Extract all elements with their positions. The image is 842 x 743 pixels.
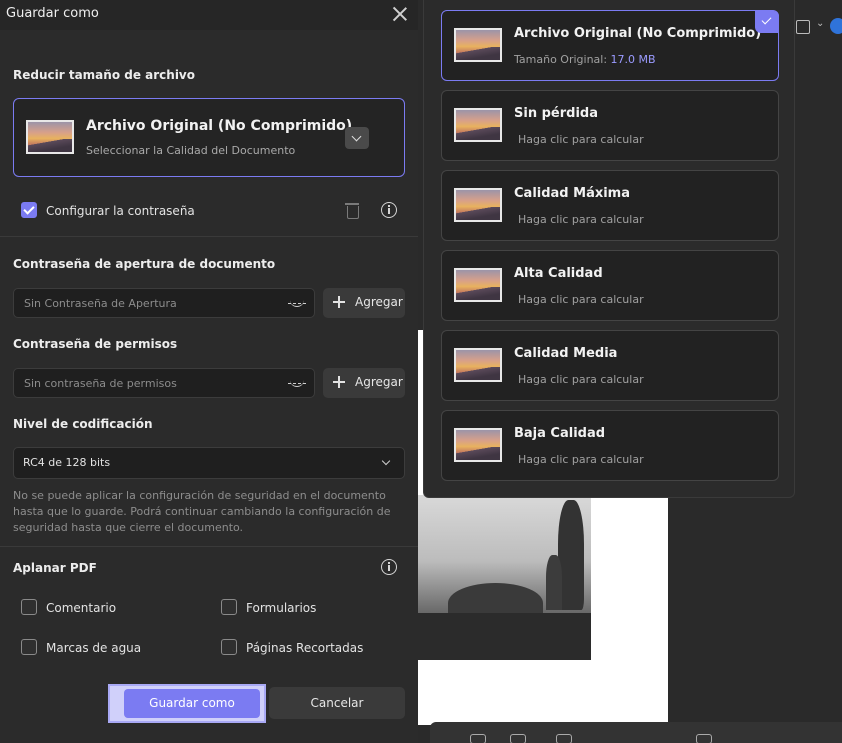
flatten-comment-checkbox[interactable]: [21, 599, 37, 615]
quality-selector[interactable]: Archivo Original (No Comprimido) Selecci…: [13, 98, 405, 177]
quality-thumbnail: [454, 428, 502, 462]
password-checkbox[interactable]: [21, 202, 37, 218]
open-password-input[interactable]: [24, 295, 284, 311]
divider: [0, 546, 418, 547]
quality-thumbnail: [454, 348, 502, 382]
quality-option-maximum[interactable]: Calidad Máxima Haga clic para calcular: [441, 170, 779, 241]
info-icon[interactable]: [381, 559, 397, 575]
quality-option-title: Baja Calidad: [514, 426, 606, 441]
info-icon[interactable]: [381, 202, 397, 218]
quality-option-subtitle: Haga clic para calcular: [518, 133, 644, 146]
original-size-label: Tamaño Original:: [514, 53, 611, 66]
quality-option-subtitle: Haga clic para calcular: [518, 293, 644, 306]
encryption-value: RC4 de 128 bits: [23, 456, 111, 469]
encryption-label: Nivel de codificación: [13, 417, 153, 431]
quality-thumbnail: [26, 120, 74, 154]
app-toolbar-corner: ⌄: [794, 0, 842, 60]
quality-option-title: Archivo Original (No Comprimido): [514, 26, 762, 41]
add-button-label: Agregar: [355, 375, 403, 389]
flatten-forms-label: Formularios: [246, 601, 317, 615]
reduce-size-label: Reducir tamaño de archivo: [13, 68, 195, 82]
quality-option-medium[interactable]: Calidad Media Haga clic para calcular: [441, 330, 779, 401]
document-photo: [418, 495, 591, 660]
quality-dropdown: Archivo Original (No Comprimido) Tamaño …: [423, 0, 795, 498]
flatten-cropped-label: Páginas Recortadas: [246, 641, 364, 655]
flatten-comment-label: Comentario: [46, 601, 117, 615]
open-password-field: [13, 288, 315, 318]
quality-option-subtitle: Haga clic para calcular: [518, 453, 644, 466]
encryption-select[interactable]: RC4 de 128 bits: [13, 447, 405, 479]
dialog-title: Guardar como: [6, 6, 99, 21]
chevron-down-icon[interactable]: ⌄: [816, 18, 824, 29]
quality-option-subtitle: Haga clic para calcular: [518, 213, 644, 226]
quality-option-original[interactable]: Archivo Original (No Comprimido) Tamaño …: [441, 10, 779, 81]
save-as-dialog: Guardar como Reducir tamaño de archivo A…: [0, 0, 418, 743]
quality-thumbnail: [454, 268, 502, 302]
quality-thumbnail: [454, 108, 502, 142]
zoom-input[interactable]: [696, 734, 712, 743]
quality-selected-title: Archivo Original (No Comprimido): [86, 118, 353, 134]
chevron-down-icon[interactable]: [345, 127, 369, 149]
save-as-button[interactable]: Guardar como: [124, 689, 260, 718]
plus-icon: [333, 376, 345, 388]
save-icon[interactable]: [796, 20, 810, 34]
cancel-button[interactable]: Cancelar: [269, 687, 405, 719]
quality-option-subtitle: Tamaño Original: 17.0 MB: [514, 53, 656, 66]
add-permission-password-button[interactable]: Agregar: [323, 368, 405, 398]
close-icon[interactable]: [390, 4, 410, 24]
page-toolbar: [430, 722, 842, 743]
dialog-header: Guardar como: [0, 0, 418, 30]
divider: [0, 236, 418, 237]
add-button-label: Agregar: [355, 295, 403, 309]
flatten-cropped-checkbox[interactable]: [221, 639, 237, 655]
layout-icon[interactable]: [470, 734, 486, 743]
page-view-icon[interactable]: [510, 734, 526, 743]
quality-thumbnail: [454, 188, 502, 222]
eye-icon[interactable]: [288, 379, 306, 387]
quality-thumbnail: [454, 28, 502, 62]
flatten-watermarks-checkbox[interactable]: [21, 639, 37, 655]
security-note: No se puede aplicar la configuración de …: [13, 489, 391, 534]
add-open-password-button[interactable]: Agregar: [323, 288, 405, 318]
permission-password-field: [13, 368, 315, 398]
quality-option-title: Sin pérdida: [514, 106, 598, 121]
account-icon[interactable]: [830, 18, 842, 34]
quality-option-low[interactable]: Baja Calidad Haga clic para calcular: [441, 410, 779, 481]
quality-option-title: Calidad Media: [514, 346, 618, 361]
quality-option-subtitle: Haga clic para calcular: [518, 373, 644, 386]
permission-password-label: Contraseña de permisos: [13, 337, 178, 351]
plus-icon: [333, 296, 345, 308]
original-size-value: 17.0 MB: [610, 53, 656, 66]
page-input[interactable]: [556, 734, 572, 743]
chevron-down-icon: [381, 456, 391, 466]
flatten-label: Aplanar PDF: [13, 561, 97, 575]
quality-selected-subtitle: Seleccionar la Calidad del Documento: [86, 144, 296, 157]
permission-password-input[interactable]: [24, 375, 284, 391]
open-password-label: Contraseña de apertura de documento: [13, 257, 276, 271]
flatten-forms-checkbox[interactable]: [221, 599, 237, 615]
quality-option-title: Alta Calidad: [514, 266, 603, 281]
quality-option-high[interactable]: Alta Calidad Haga clic para calcular: [441, 250, 779, 321]
quality-option-lossless[interactable]: Sin pérdida Haga clic para calcular: [441, 90, 779, 161]
check-icon: [755, 11, 779, 33]
password-checkbox-label: Configurar la contraseña: [46, 204, 195, 218]
eye-icon[interactable]: [288, 299, 306, 307]
trash-icon[interactable]: [345, 202, 359, 219]
flatten-watermarks-label: Marcas de agua: [46, 641, 142, 655]
quality-option-title: Calidad Máxima: [514, 186, 631, 201]
